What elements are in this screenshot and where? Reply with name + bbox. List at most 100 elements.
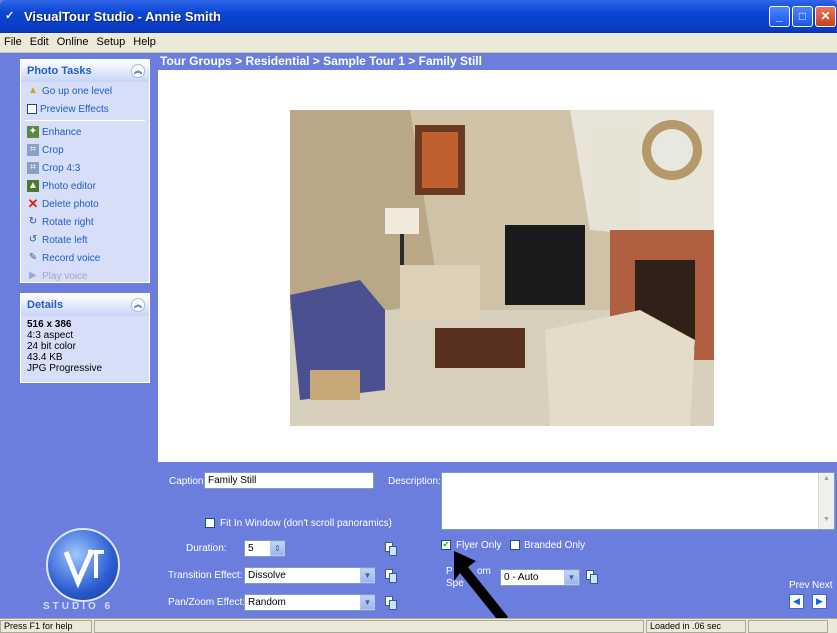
photo-preview[interactable]: [290, 110, 714, 426]
task-label: Crop 4:3: [42, 162, 81, 174]
details-panel: Details ︽ 516 x 386 4:3 aspect 24 bit co…: [20, 293, 150, 383]
details-body: 516 x 386 4:3 aspect 24 bit color 43.4 K…: [21, 316, 149, 377]
detail-line: 24 bit color: [27, 341, 76, 352]
folder-up-icon: ▲: [28, 85, 38, 96]
task-label: Record voice: [42, 252, 101, 264]
status-empty-cell: [748, 620, 828, 633]
photo-tasks-header[interactable]: Photo Tasks ︽: [21, 60, 149, 82]
task-label: Delete photo: [42, 198, 99, 210]
flyer-only-label: Flyer Only: [456, 540, 502, 551]
description-input[interactable]: ▲ ▼: [441, 472, 835, 530]
photo-editor-icon: ▲: [27, 180, 39, 192]
task-preview-effects[interactable]: Preview Effects: [21, 100, 149, 118]
transition-effect-select[interactable]: Dissolve: [244, 567, 375, 584]
maximize-button[interactable]: □: [792, 6, 813, 27]
fit-in-window-checkbox[interactable]: [205, 518, 215, 528]
task-label: Photo editor: [42, 180, 96, 192]
photo-tasks-title: Photo Tasks: [27, 65, 92, 77]
minimize-button[interactable]: _: [769, 6, 790, 27]
task-label: Go up one level: [42, 85, 113, 97]
copy-to-all-icon[interactable]: [385, 596, 397, 610]
menu-file[interactable]: File: [0, 33, 26, 48]
flyer-only-checkbox[interactable]: ✔: [441, 540, 451, 550]
photo-image: [290, 110, 714, 426]
copy-to-all-icon[interactable]: [385, 542, 397, 556]
crop-icon: ⌗: [27, 162, 39, 174]
transition-effect-label: Transition Effect:: [168, 570, 243, 581]
panzoom-effect-select[interactable]: Random: [244, 594, 375, 611]
task-enhance[interactable]: ✦ Enhance: [21, 123, 149, 141]
fit-in-window-label: Fit In Window (don't scroll panoramics): [220, 518, 392, 529]
status-loaded-time: Loaded in .06 sec: [646, 620, 746, 633]
task-rotate-right[interactable]: ↻ Rotate right: [21, 213, 149, 231]
window-title: VisualTour Studio - Annie Smith: [24, 9, 221, 24]
menu-help[interactable]: Help: [129, 33, 160, 48]
task-label: Crop: [42, 144, 64, 156]
next-button[interactable]: ▶: [812, 594, 827, 609]
copy-to-all-icon[interactable]: [586, 570, 598, 584]
title-bar: ✓ VisualTour Studio - Annie Smith _ □ ✕: [0, 0, 837, 33]
description-label: Description:: [388, 476, 441, 487]
play-icon: ▶: [29, 270, 37, 281]
duration-spinner[interactable]: ⇕: [270, 541, 285, 556]
close-button[interactable]: ✕: [815, 6, 836, 27]
details-title: Details: [27, 299, 64, 311]
task-photo-editor[interactable]: ▲ Photo editor: [21, 177, 149, 195]
chevron-down-icon[interactable]: ▼: [564, 570, 579, 585]
photo-tasks-panel: Photo Tasks ︽ ▲ Go up one level Preview …: [20, 59, 150, 283]
description-scrollbar[interactable]: ▲ ▼: [818, 473, 834, 529]
studio-logo: [46, 528, 120, 602]
next-label: Next: [812, 580, 833, 591]
chevron-down-icon[interactable]: ▼: [360, 595, 375, 610]
panzoom-effect-label: Pan/Zoom Effect:: [168, 597, 246, 608]
task-go-up[interactable]: ▲ Go up one level: [21, 82, 149, 100]
crop-icon: ⌗: [27, 144, 39, 156]
prev-button[interactable]: ◀: [789, 594, 804, 609]
copy-to-all-icon[interactable]: [385, 569, 397, 583]
branded-only-checkbox[interactable]: [510, 540, 520, 550]
menu-edit[interactable]: Edit: [26, 33, 53, 48]
task-label: Preview Effects: [40, 103, 109, 115]
task-label: Rotate right: [42, 216, 94, 228]
task-label: Rotate left: [42, 234, 88, 246]
menu-bar: File Edit Online Setup Help: [0, 33, 837, 53]
image-dimensions: 516 x 386: [27, 319, 72, 330]
chevron-down-icon[interactable]: ▼: [360, 568, 375, 583]
rotate-right-icon: ↻: [28, 216, 38, 227]
caption-input[interactable]: Family Still: [204, 472, 374, 489]
app-icon: ✓: [5, 10, 15, 22]
task-delete-photo[interactable]: ✕ Delete photo: [21, 195, 149, 213]
detail-line: 43.4 KB: [27, 352, 63, 363]
collapse-icon[interactable]: ︽: [131, 298, 145, 312]
detail-line: JPG Progressive: [27, 363, 103, 374]
divider: [25, 120, 145, 121]
annotation-arrow: [454, 551, 508, 623]
caption-label: Caption:: [169, 476, 207, 487]
logo-mark-icon: [63, 548, 104, 589]
status-help-text: Press F1 for help: [0, 620, 92, 633]
task-play-voice[interactable]: ▶ Play voice: [21, 267, 149, 285]
duration-label: Duration:: [186, 543, 227, 554]
task-label: Enhance: [42, 126, 82, 138]
breadcrumb: Tour Groups > Residential > Sample Tour …: [160, 54, 482, 68]
preview-effects-checkbox[interactable]: [27, 104, 37, 114]
task-crop[interactable]: ⌗ Crop: [21, 141, 149, 159]
branded-only-label: Branded Only: [524, 540, 586, 551]
menu-setup[interactable]: Setup: [93, 33, 130, 48]
enhance-icon: ✦: [27, 126, 39, 138]
status-bar: Press F1 for help Loaded in .06 sec: [0, 618, 837, 633]
status-spacer: [94, 620, 644, 633]
microphone-icon: ✎: [28, 252, 38, 263]
detail-line: 4:3 aspect: [27, 330, 74, 341]
task-crop-4-3[interactable]: ⌗ Crop 4:3: [21, 159, 149, 177]
details-header[interactable]: Details ︽: [21, 294, 149, 316]
rotate-left-icon: ↺: [28, 234, 38, 245]
prev-label: Prev: [789, 580, 810, 591]
delete-icon: ✕: [27, 196, 39, 211]
collapse-icon[interactable]: ︽: [131, 64, 145, 78]
logo-text: STUDIO 6: [43, 601, 114, 612]
task-rotate-left[interactable]: ↺ Rotate left: [21, 231, 149, 249]
menu-online[interactable]: Online: [53, 33, 93, 48]
task-record-voice[interactable]: ✎ Record voice: [21, 249, 149, 267]
task-label: Play voice: [42, 270, 88, 282]
